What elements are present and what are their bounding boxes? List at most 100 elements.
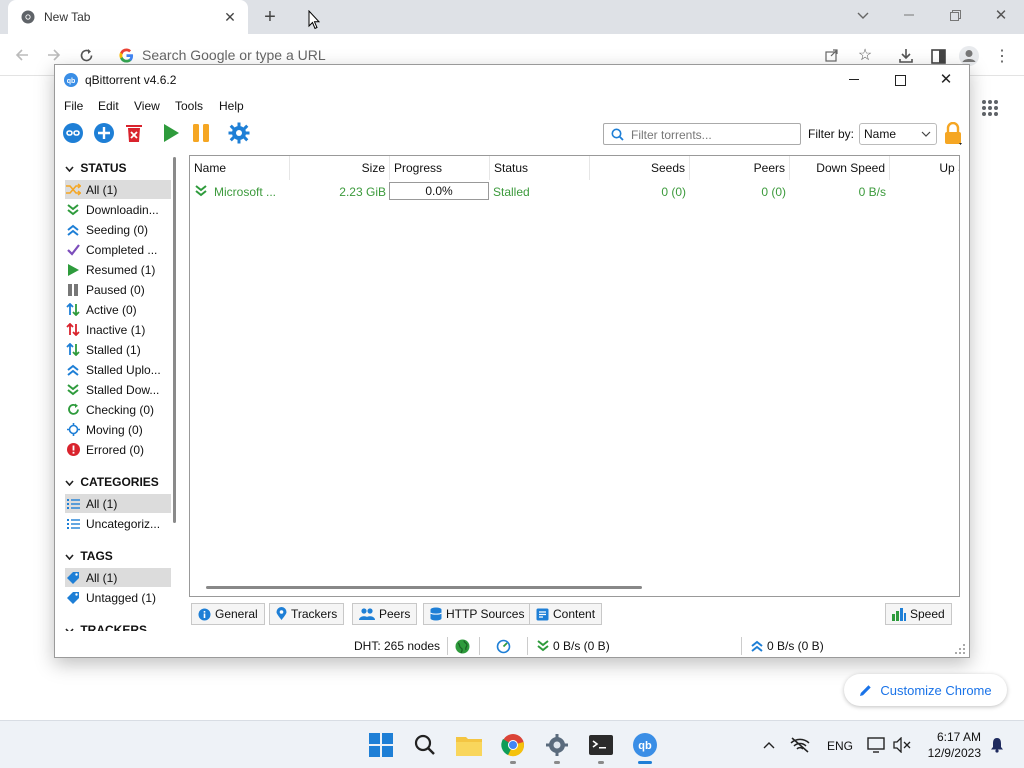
customize-chrome-button[interactable]: Customize Chrome: [844, 674, 1007, 706]
lock-icon[interactable]: [941, 121, 965, 147]
search-icon[interactable]: [411, 731, 439, 759]
status-filter-item[interactable]: Stalled Dow...: [65, 380, 171, 399]
status-filter-item-label: Stalled (1): [86, 342, 141, 357]
chrome-taskbar-icon[interactable]: [499, 731, 527, 759]
chevron-down-icon: [920, 128, 932, 140]
status-section-header[interactable]: STATUS: [65, 161, 127, 175]
close-tab-icon[interactable]: ✕: [222, 9, 238, 25]
clock-date[interactable]: 12/9/2023: [922, 746, 981, 760]
restore-icon[interactable]: [946, 6, 964, 24]
pause-icon[interactable]: [189, 121, 213, 145]
status-filter-item[interactable]: Seeding (0): [65, 220, 171, 239]
filter-torrents-input[interactable]: Filter torrents...: [603, 123, 801, 145]
cell-down-speed: 0 B/s: [858, 185, 886, 199]
tag-filter-item-label: All (1): [86, 570, 118, 585]
col-up-speed[interactable]: Up S: [890, 156, 959, 180]
status-filter-item[interactable]: Inactive (1): [65, 320, 171, 339]
qb-close-icon[interactable]: ✕: [937, 70, 955, 88]
resize-grip-icon[interactable]: [955, 643, 965, 654]
close-window-icon[interactable]: ✕: [992, 6, 1010, 24]
double-down-icon: [65, 202, 81, 218]
share-icon[interactable]: [824, 47, 840, 63]
table-row[interactable]: Microsoft ... 2.23 GiB 0.0% Stalled 0 (0…: [190, 180, 959, 202]
double-up-icon: [65, 362, 81, 378]
menu-help[interactable]: Help: [219, 99, 244, 113]
tab-speed[interactable]: Speed: [885, 603, 952, 625]
category-filter-item[interactable]: All (1): [65, 494, 171, 513]
tab-content[interactable]: Content: [529, 603, 603, 625]
tag-filter-item[interactable]: All (1): [65, 568, 171, 587]
qb-minimize-icon[interactable]: [845, 71, 863, 89]
col-down-speed[interactable]: Down Speed: [790, 156, 890, 180]
side-panel-icon[interactable]: [928, 46, 948, 66]
category-filter-item-label: All (1): [86, 496, 118, 511]
menu-tools[interactable]: Tools: [175, 99, 203, 113]
file-explorer-icon[interactable]: [455, 731, 483, 759]
sidebar-scrollbar[interactable]: [173, 157, 176, 523]
new-tab-icon[interactable]: +: [258, 4, 282, 30]
resume-icon[interactable]: [159, 121, 183, 145]
add-torrent-file-icon[interactable]: [92, 121, 116, 145]
notification-bell-icon[interactable]: [988, 735, 1006, 755]
volume-muted-icon[interactable]: [892, 735, 912, 755]
col-progress[interactable]: Progress: [390, 156, 490, 180]
status-filter-item[interactable]: Stalled (1): [65, 340, 171, 359]
tag-filter-item[interactable]: Untagged (1): [65, 588, 171, 607]
trackers-section-header[interactable]: TRACKERS: [65, 623, 147, 631]
status-filter-item[interactable]: Stalled Uplo...: [65, 360, 171, 379]
status-filter-item[interactable]: Checking (0): [65, 400, 171, 419]
status-filter-item[interactable]: Completed ...: [65, 240, 171, 259]
tab-peers[interactable]: Peers: [352, 603, 418, 625]
qb-maximize-icon[interactable]: [891, 71, 909, 89]
downloads-icon[interactable]: [896, 46, 916, 66]
qb-titlebar[interactable]: qb qBittorrent v4.6.2 ✕: [55, 65, 969, 95]
status-filter-item[interactable]: Moving (0): [65, 420, 171, 439]
menu-view[interactable]: View: [134, 99, 160, 113]
chevron-up-icon[interactable]: [761, 737, 777, 753]
filter-by-select[interactable]: Name: [859, 123, 937, 145]
options-gear-icon[interactable]: [227, 121, 251, 145]
windows-start-icon[interactable]: [367, 731, 395, 759]
table-hscrollbar[interactable]: [206, 586, 642, 589]
tab-general[interactable]: General: [191, 603, 265, 625]
chrome-tab[interactable]: New Tab ✕: [8, 0, 248, 34]
status-filter-item[interactable]: Active (0): [65, 300, 171, 319]
delete-torrent-icon[interactable]: [122, 121, 146, 145]
col-size[interactable]: Size: [290, 156, 390, 180]
language-indicator[interactable]: ENG: [827, 739, 853, 753]
alt-speed-icon[interactable]: [496, 639, 511, 654]
col-seeds[interactable]: Seeds: [590, 156, 690, 180]
pause-icon: [65, 282, 81, 298]
status-filter-item[interactable]: Resumed (1): [65, 260, 171, 279]
clock-time[interactable]: 6:17 AM: [935, 730, 981, 744]
status-filter-item[interactable]: Errored (0): [65, 440, 171, 459]
add-torrent-link-icon[interactable]: [61, 121, 85, 145]
categories-section-header[interactable]: CATEGORIES: [65, 475, 159, 489]
chrome-menu-icon[interactable]: ⋮: [994, 46, 1010, 66]
tab-http-sources-label: HTTP Sources: [446, 607, 525, 621]
minimize-icon[interactable]: [900, 6, 918, 24]
tab-search-icon[interactable]: [852, 6, 874, 26]
tags-section-header[interactable]: TAGS: [65, 549, 113, 563]
col-name[interactable]: Name: [190, 156, 290, 180]
settings-running-indicator: [554, 761, 560, 764]
bookmark-star-icon[interactable]: ☆: [856, 46, 874, 64]
tab-http-sources[interactable]: HTTP Sources: [423, 603, 532, 625]
menu-edit[interactable]: Edit: [98, 99, 119, 113]
qbittorrent-taskbar-icon[interactable]: qb: [631, 731, 659, 759]
status-filter-item[interactable]: All (1): [65, 180, 171, 199]
status-filter-item[interactable]: Paused (0): [65, 280, 171, 299]
google-apps-icon[interactable]: [980, 98, 1000, 118]
back-icon[interactable]: [8, 41, 36, 69]
status-filter-item[interactable]: Downloadin...: [65, 200, 171, 219]
menu-file[interactable]: File: [64, 99, 83, 113]
network-offline-icon[interactable]: [790, 735, 810, 755]
terminal-icon[interactable]: [587, 731, 615, 759]
connection-globe-icon[interactable]: [455, 639, 470, 654]
settings-gear-icon[interactable]: [543, 731, 571, 759]
display-icon[interactable]: [866, 735, 886, 755]
col-peers[interactable]: Peers: [690, 156, 790, 180]
category-filter-item[interactable]: Uncategoriz...: [65, 514, 171, 533]
tab-trackers[interactable]: Trackers: [269, 603, 345, 625]
col-status[interactable]: Status: [490, 156, 590, 180]
